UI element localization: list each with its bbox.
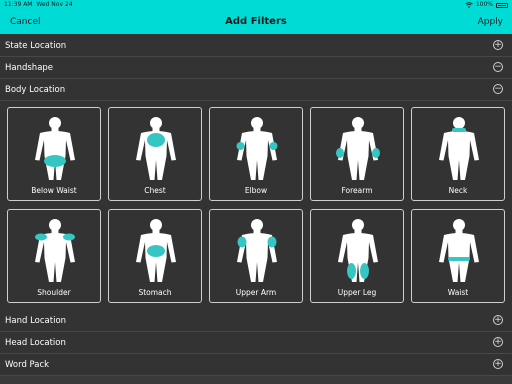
tile-label: Upper Leg xyxy=(337,288,377,297)
body-location-upper-leg[interactable]: Upper Leg xyxy=(310,209,404,303)
collapse-icon[interactable]: − xyxy=(493,62,503,72)
body-location-grid: Below Waist Chest Elbow Forearm Neck Sho… xyxy=(0,101,512,306)
section-label: Word Pack xyxy=(5,360,50,370)
body-location-shoulder[interactable]: Shoulder xyxy=(7,209,101,303)
tile-label: Waist xyxy=(447,288,469,297)
section-handshape[interactable]: Handshape − xyxy=(0,57,512,79)
tile-label: Chest xyxy=(144,186,166,195)
top-bar: 11:39 AM Wed Nov 24 100% Cancel Add Filt… xyxy=(0,0,512,34)
tile-label: Neck xyxy=(448,186,468,195)
next-section-partial xyxy=(0,376,512,384)
body-location-upper-arm[interactable]: Upper Arm xyxy=(209,209,303,303)
section-label: Head Location xyxy=(5,338,66,348)
body-location-stomach[interactable]: Stomach xyxy=(108,209,202,303)
body-waist-icon xyxy=(439,219,479,282)
body-upper-arm-icon xyxy=(237,219,277,282)
section-body-location[interactable]: Body Location − xyxy=(0,79,512,101)
body-location-elbow[interactable]: Elbow xyxy=(209,107,303,201)
body-shoulder-icon xyxy=(35,219,75,282)
body-forearm-icon xyxy=(336,117,380,180)
expand-icon[interactable]: + xyxy=(493,315,503,325)
body-below-waist-icon xyxy=(35,117,75,180)
tile-label: Shoulder xyxy=(37,288,71,297)
body-elbow-icon xyxy=(236,117,278,180)
body-location-forearm[interactable]: Forearm xyxy=(310,107,404,201)
expand-icon[interactable]: + xyxy=(493,359,503,369)
section-label: Body Location xyxy=(5,85,66,95)
status-date: Wed Nov 24 xyxy=(36,1,73,8)
wifi-icon xyxy=(465,2,473,8)
body-location-waist[interactable]: Waist xyxy=(411,209,505,303)
page-title: Add Filters xyxy=(225,16,287,27)
apply-button[interactable]: Apply xyxy=(478,16,503,28)
tile-label: Elbow xyxy=(244,186,268,195)
body-location-neck[interactable]: Neck xyxy=(411,107,505,201)
body-location-chest[interactable]: Chest xyxy=(108,107,202,201)
body-neck-icon xyxy=(439,117,479,180)
status-time: 11:39 AM xyxy=(4,1,33,8)
tile-label: Upper Arm xyxy=(235,288,277,297)
tile-label: Stomach xyxy=(138,288,172,297)
section-head-location[interactable]: Head Location + xyxy=(0,332,512,354)
body-stomach-icon xyxy=(136,219,176,282)
status-right: 100% xyxy=(465,1,508,9)
status-time-date: 11:39 AM Wed Nov 24 xyxy=(4,1,73,9)
battery-percent: 100% xyxy=(475,1,493,8)
battery-icon xyxy=(496,2,508,8)
tile-label: Forearm xyxy=(341,186,373,195)
collapse-icon[interactable]: − xyxy=(493,84,503,94)
body-chest-icon xyxy=(136,117,176,180)
expand-icon[interactable]: + xyxy=(493,337,503,347)
section-label: Handshape xyxy=(5,63,54,73)
tile-label: Below Waist xyxy=(31,186,77,195)
section-label: State Location xyxy=(5,41,67,51)
section-word-pack[interactable]: Word Pack + xyxy=(0,354,512,376)
body-location-below-waist[interactable]: Below Waist xyxy=(7,107,101,201)
expand-icon[interactable]: + xyxy=(493,40,503,50)
body-upper-leg-icon xyxy=(338,219,378,282)
section-state-location[interactable]: State Location + xyxy=(0,35,512,57)
section-label: Hand Location xyxy=(5,316,67,326)
section-hand-location[interactable]: Hand Location + xyxy=(0,310,512,332)
